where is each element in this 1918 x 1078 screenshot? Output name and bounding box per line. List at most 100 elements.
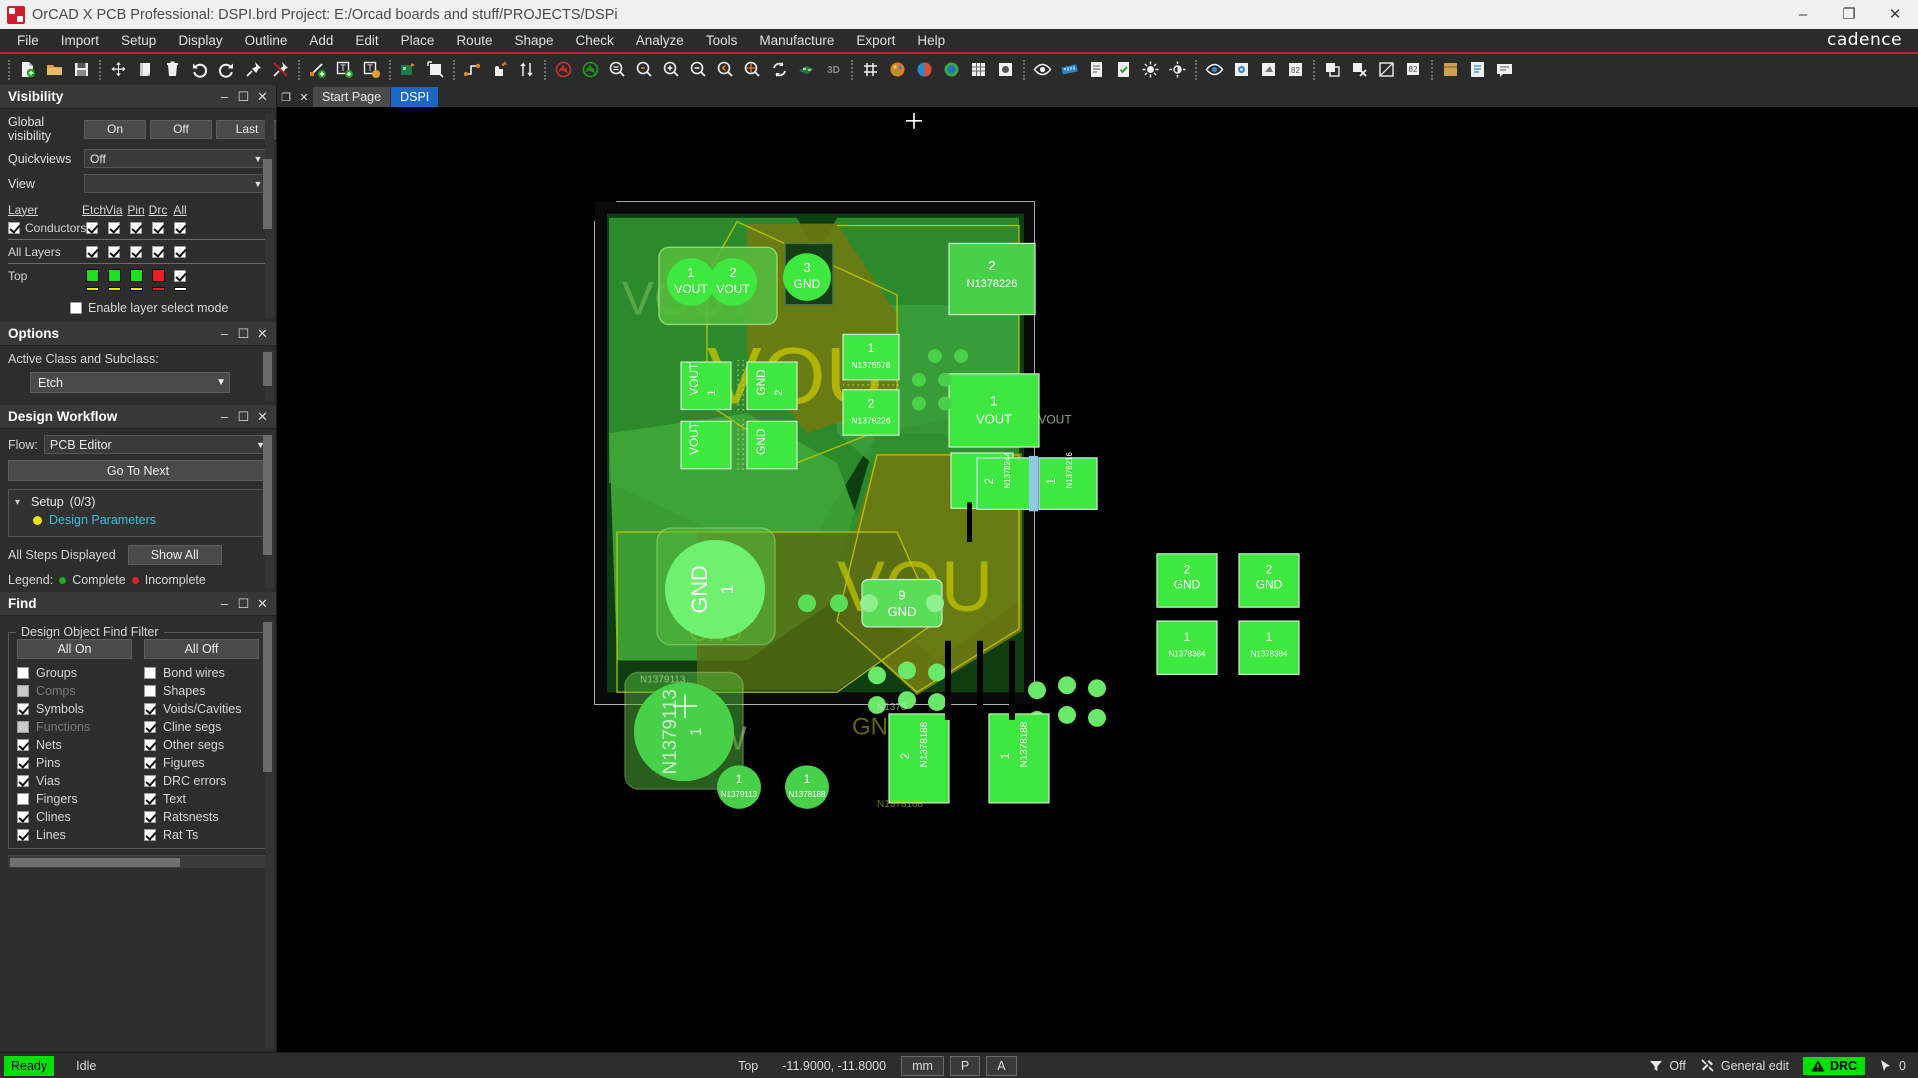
find-item-symbols[interactable]: Symbols <box>17 700 132 718</box>
options-float-icon[interactable]: ☐ <box>234 324 253 343</box>
global-visibility-on-button[interactable]: On <box>84 119 146 139</box>
find-vertical-scrollbar-thumb[interactable] <box>263 622 272 772</box>
label-icon[interactable]: 82 <box>1400 56 1427 83</box>
conductors-etch-cell[interactable] <box>82 221 102 234</box>
partial-etch-cell[interactable] <box>82 287 102 291</box>
tab-start-page[interactable]: Start Page <box>313 87 391 107</box>
visibility-close-icon[interactable]: ✕ <box>253 87 272 106</box>
workflow-group-setup[interactable]: ▾ Setup (0/3) <box>15 495 261 509</box>
top-via-cell[interactable] <box>104 269 124 282</box>
menu-shape[interactable]: Shape <box>503 30 564 51</box>
find-scrollbar-thumb[interactable] <box>10 858 180 867</box>
report-icon[interactable] <box>1083 56 1110 83</box>
cut-section-icon[interactable] <box>1319 56 1346 83</box>
find-horizontal-scrollbar[interactable] <box>8 855 268 868</box>
find-item-lines[interactable]: Lines <box>17 826 132 844</box>
partial-all-cell[interactable] <box>170 287 190 291</box>
find-minimize-icon[interactable]: ‒ <box>215 594 234 613</box>
conductors-via-cell[interactable] <box>104 221 124 234</box>
padstack-icon[interactable] <box>1228 56 1255 83</box>
top-all-cell[interactable] <box>170 269 190 282</box>
zoom-center-icon[interactable] <box>739 56 766 83</box>
zoom-fit-icon[interactable] <box>604 56 631 83</box>
menu-route[interactable]: Route <box>445 30 503 51</box>
menu-manufacture[interactable]: Manufacture <box>748 30 845 51</box>
top-all-checkbox[interactable] <box>174 269 186 282</box>
find-item-drc-errors[interactable]: DRC errors <box>144 772 259 790</box>
visibility-scrollbar-thumb[interactable] <box>263 159 272 229</box>
conductors-pin-cell[interactable] <box>126 221 146 234</box>
find-checkbox-symbols[interactable] <box>17 703 29 715</box>
show-element-icon[interactable] <box>1029 56 1056 83</box>
options-scrollbar-track[interactable] <box>263 350 274 401</box>
undo-icon[interactable] <box>186 56 213 83</box>
add-line-icon[interactable] <box>304 56 331 83</box>
restore-window-icon[interactable]: ❐ <box>277 87 295 107</box>
via-column-header[interactable]: Via <box>104 203 124 217</box>
delete-icon[interactable] <box>159 56 186 83</box>
ratsnest-on-icon[interactable] <box>577 56 604 83</box>
find-item-vias[interactable]: Vias <box>17 772 132 790</box>
find-item-voids-cavities[interactable]: Voids/Cavities <box>144 700 259 718</box>
close-button[interactable]: ✕ <box>1872 0 1918 29</box>
workflow-minimize-icon[interactable]: ‒ <box>215 407 234 426</box>
save-icon[interactable] <box>68 56 95 83</box>
find-item-groups[interactable]: Groups <box>17 664 132 682</box>
zoom-by-points-icon[interactable] <box>631 56 658 83</box>
zoom-previous-icon[interactable] <box>712 56 739 83</box>
minimize-button[interactable]: – <box>1780 0 1826 29</box>
conductors-pin-checkbox[interactable] <box>130 221 142 234</box>
options-minimize-icon[interactable]: ‒ <box>215 324 234 343</box>
all-column-header[interactable]: All <box>170 203 190 217</box>
close-tab-icon[interactable]: ✕ <box>295 87 313 107</box>
find-checkbox-ratsnests[interactable] <box>144 811 156 823</box>
spreadsheet-icon[interactable] <box>965 56 992 83</box>
view-3d-icon[interactable]: 3D <box>820 56 847 83</box>
options-close-icon[interactable]: ✕ <box>253 324 272 343</box>
pin-column-header[interactable]: Pin <box>126 203 146 217</box>
menu-file[interactable]: File <box>6 30 50 51</box>
delete-section-icon[interactable] <box>1346 56 1373 83</box>
top-pin-cell[interactable] <box>126 269 146 282</box>
chevron-down-icon[interactable]: ▾ <box>15 497 25 508</box>
menu-add[interactable]: Add <box>298 30 344 51</box>
all-layers-drc-checkbox[interactable] <box>152 245 164 258</box>
workflow-step-label[interactable]: Design Parameters <box>49 513 156 527</box>
conductors-drc-checkbox[interactable] <box>152 221 164 234</box>
menu-display[interactable]: Display <box>167 30 233 51</box>
find-checkbox-text[interactable] <box>144 793 156 805</box>
partial-via-cell[interactable] <box>104 287 124 291</box>
pcb-canvas[interactable]: VOUT VOU VOU GND GND SW GND 1 VOUT 2 VO <box>277 107 1918 1052</box>
status-filter-chip[interactable]: Off <box>1649 1059 1686 1073</box>
find-checkbox-shapes[interactable] <box>144 685 156 697</box>
all-layers-via-cell[interactable] <box>104 245 124 258</box>
quickviews-select[interactable]: Off ▼ <box>84 149 268 168</box>
conductors-all-cell[interactable] <box>170 221 190 234</box>
find-close-icon[interactable]: ✕ <box>253 594 272 613</box>
visibility-scrollbar-track[interactable] <box>263 113 274 318</box>
pcb-layout-graphic[interactable]: VOUT VOU VOU GND GND SW GND 1 VOUT 2 VO <box>277 107 1918 1052</box>
visibility-float-icon[interactable]: ☐ <box>234 87 253 106</box>
status-tools-chip[interactable]: General edit <box>1700 1058 1789 1073</box>
find-scrollbar-track[interactable] <box>263 620 274 1048</box>
zoom-in-icon[interactable] <box>658 56 685 83</box>
workflow-scrollbar-track[interactable] <box>263 433 274 588</box>
partial-pin-cell[interactable] <box>126 287 146 291</box>
partial-drc-cell[interactable] <box>148 287 168 291</box>
flow-select[interactable]: PCB Editor ▼ <box>43 435 268 454</box>
find-checkbox-lines[interactable] <box>17 829 29 841</box>
edit-text-icon[interactable]: T <box>358 56 385 83</box>
library-icon[interactable] <box>1437 56 1464 83</box>
menu-import[interactable]: Import <box>50 30 110 51</box>
color-palette-icon[interactable] <box>884 56 911 83</box>
global-visibility-off-button[interactable]: Off <box>150 119 212 139</box>
find-item-bond-wires[interactable]: Bond wires <box>144 664 259 682</box>
find-checkbox-clines[interactable] <box>17 811 29 823</box>
find-all-on-button[interactable]: All On <box>17 639 132 659</box>
net-logic-icon[interactable]: 82 <box>1282 56 1309 83</box>
find-checkbox-bond-wires[interactable] <box>144 667 156 679</box>
tab-dspi[interactable]: DSPI <box>391 87 439 107</box>
menu-help[interactable]: Help <box>906 30 956 51</box>
find-checkbox-figures[interactable] <box>144 757 156 769</box>
find-item-text[interactable]: Text <box>144 790 259 808</box>
